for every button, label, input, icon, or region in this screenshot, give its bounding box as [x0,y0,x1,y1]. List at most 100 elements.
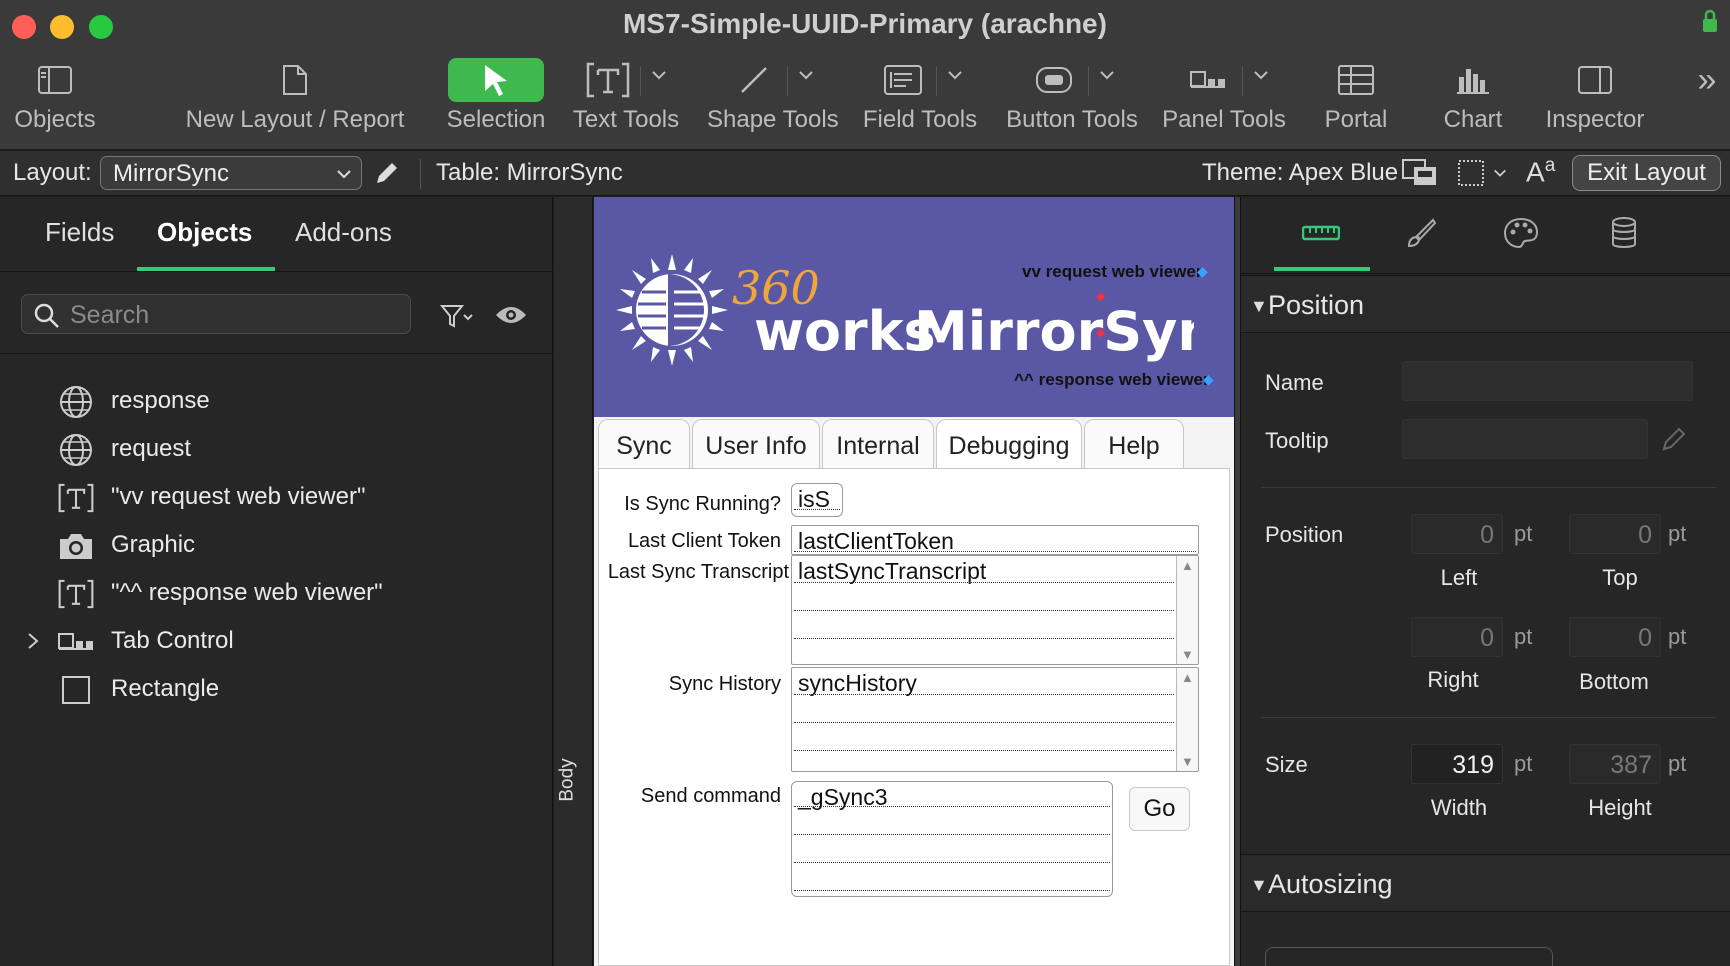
toolbar-objects-button[interactable]: Objects [0,56,110,144]
toolbar-shape-tools-button[interactable]: Shape Tools [707,56,839,144]
chevron-down-icon [337,170,351,179]
last-client-token-field[interactable]: lastClientToken [791,525,1199,555]
pencil-icon[interactable] [373,159,401,187]
tab-help[interactable]: Help [1084,419,1184,469]
search-field[interactable] [21,294,411,334]
sync-history-field[interactable]: syncHistory ▲ ▼ [791,667,1199,772]
layout-select[interactable]: MirrorSync [100,156,362,190]
pencil-icon[interactable] [1660,425,1688,453]
object-item-request[interactable]: request [0,427,553,471]
chevron-down-icon[interactable] [1252,66,1270,84]
toolbar-button-tools-button[interactable]: Button Tools [1004,56,1140,144]
autosizing-section-header[interactable]: ▼ Autosizing [1241,854,1730,912]
go-button[interactable]: Go [1129,787,1190,831]
position-section-header[interactable]: ▼ Position [1241,275,1730,333]
chevron-down-icon[interactable] [1492,165,1508,181]
tab-user-info[interactable]: User Info [692,419,820,469]
tab-fields[interactable]: Fields [45,217,114,248]
scroll-down-icon[interactable]: ▼ [1181,754,1194,769]
tab-appearance[interactable] [1399,215,1443,251]
toolbar-field-tools-button[interactable]: Field Tools [862,56,978,144]
filter-icon[interactable] [440,303,476,329]
top-input[interactable]: 0 [1569,514,1661,554]
toolbar-portal-button[interactable]: Portal [1306,56,1406,144]
theme-icon[interactable] [1402,159,1438,187]
object-item-rectangle[interactable]: Rectangle [0,667,553,711]
tab-internal[interactable]: Internal [822,419,934,469]
inspector-icon [1578,66,1612,94]
width-input[interactable]: 319 [1411,744,1503,784]
object-item-tab-control[interactable]: Tab Control [0,619,553,663]
layout-canvas[interactable]: 360 works MirrorSync vv request web view… [594,197,1234,966]
section-title: Position [1268,290,1365,320]
bottom-label: Bottom [1579,669,1649,694]
tab-debugging[interactable]: Debugging [936,419,1082,469]
font-size-icon[interactable]: Aa [1526,155,1555,188]
scrollbar[interactable]: ▲ ▼ [1176,556,1198,664]
scroll-up-icon[interactable]: ▲ [1181,558,1194,573]
tab-sync[interactable]: Sync [598,419,690,469]
toolbar-overflow-button[interactable]: » [1690,56,1724,144]
eye-icon[interactable] [494,303,528,327]
chevron-right-double-icon: » [1697,60,1717,99]
last-sync-transcript-label: Last Sync Transcript [607,561,789,583]
scroll-up-icon[interactable]: ▲ [1181,670,1194,685]
last-client-token-label: Last Client Token [627,530,781,552]
toolbar-objects-label: Objects [14,106,96,133]
is-sync-running-field[interactable]: isS [791,483,843,517]
send-command-field[interactable]: _gSync3 [791,781,1113,897]
table-label: Table: MirrorSync [436,159,623,186]
body-part-label[interactable]: Body [554,757,593,807]
anchor-marker-icon: ◆ [1096,325,1106,339]
chevron-down-icon[interactable] [650,66,668,84]
pane-divider[interactable] [1234,197,1241,966]
ruler-icon [1302,225,1340,241]
request-viewer-label[interactable]: vv request web viewer [1022,262,1202,282]
chevron-down-icon[interactable] [1098,66,1116,84]
exit-layout-button[interactable]: Exit Layout [1572,155,1721,191]
object-item-response[interactable]: response [0,379,553,423]
tab-add-ons[interactable]: Add-ons [295,217,392,248]
bottom-input[interactable]: 0 [1569,617,1661,657]
toolbar-inspector-button[interactable]: Inspector [1540,56,1650,144]
grid-icon[interactable] [1457,159,1485,187]
tab-styles[interactable] [1499,215,1543,251]
globe-icon [60,386,92,418]
name-label: Name [1265,370,1324,395]
anchor-marker-icon: ◆ [1096,289,1106,303]
toolbar-chart-button[interactable]: Chart [1426,56,1520,144]
last-sync-transcript-field[interactable]: lastSyncTranscript ▲ ▼ [791,555,1199,665]
search-input[interactable] [70,301,390,329]
header-band[interactable]: 360 works MirrorSync vv request web view… [594,197,1234,417]
unit-label: pt [1668,624,1687,649]
scrollbar[interactable]: ▲ ▼ [1176,668,1198,771]
text-object-icon [58,579,94,609]
height-input[interactable]: 387 [1569,744,1661,784]
tooltip-input[interactable] [1402,419,1648,459]
chevron-down-icon[interactable] [797,66,815,84]
object-item-graphic[interactable]: Graphic [0,523,553,567]
tab-panel[interactable]: Is Sync Running? isS Last Client Token l… [598,468,1230,966]
right-input[interactable]: 0 [1411,617,1503,657]
toolbar-new-layout-button[interactable]: New Layout / Report [180,56,410,144]
globe-icon [60,434,92,466]
autosizing-control[interactable] [1265,947,1553,966]
tab-position[interactable] [1299,215,1343,251]
chevron-down-icon[interactable] [946,66,964,84]
rectangle-icon [62,676,90,704]
response-viewer-label[interactable]: ^^ response web viewer [1014,370,1210,390]
tab-objects[interactable]: Objects [157,217,252,248]
toolbar-selection-button[interactable]: Selection [443,56,549,144]
object-item-response-viewer-text[interactable]: "^^ response web viewer" [0,571,553,615]
unit-label: pt [1514,751,1533,776]
tab-data[interactable] [1602,215,1646,251]
toolbar-text-tools-button[interactable]: Text Tools [568,56,684,144]
object-item-request-viewer-text[interactable]: "vv request web viewer" [0,475,553,519]
left-input[interactable]: 0 [1411,514,1503,554]
scroll-down-icon[interactable]: ▼ [1181,647,1194,662]
name-input[interactable] [1402,361,1693,401]
chevron-right-icon[interactable] [24,631,42,651]
toolbar-panel-tools-button[interactable]: Panel Tools [1162,56,1286,144]
is-sync-running-label: Is Sync Running? [624,493,781,515]
section-title: Autosizing [1268,869,1393,899]
